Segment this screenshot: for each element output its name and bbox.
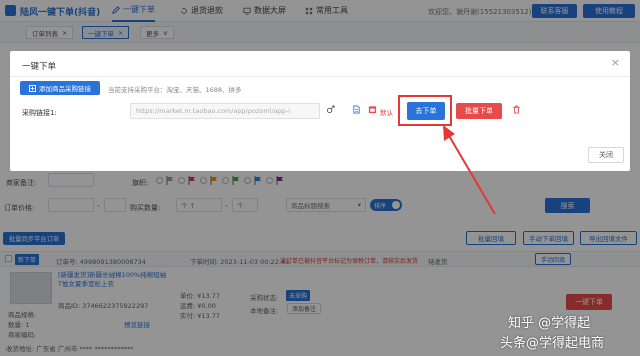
watermark-toutiao: 头条@学得起电商: [500, 336, 605, 351]
watermark-zhihu: 知乎 @学得起: [508, 316, 591, 331]
app-page: 陆风一键下单(抖音) 一键下单 退货退款 数据大屏 常用工具 欢迎您，谢丹谢(1…: [0, 0, 640, 356]
annotation-arrow: [443, 125, 496, 215]
